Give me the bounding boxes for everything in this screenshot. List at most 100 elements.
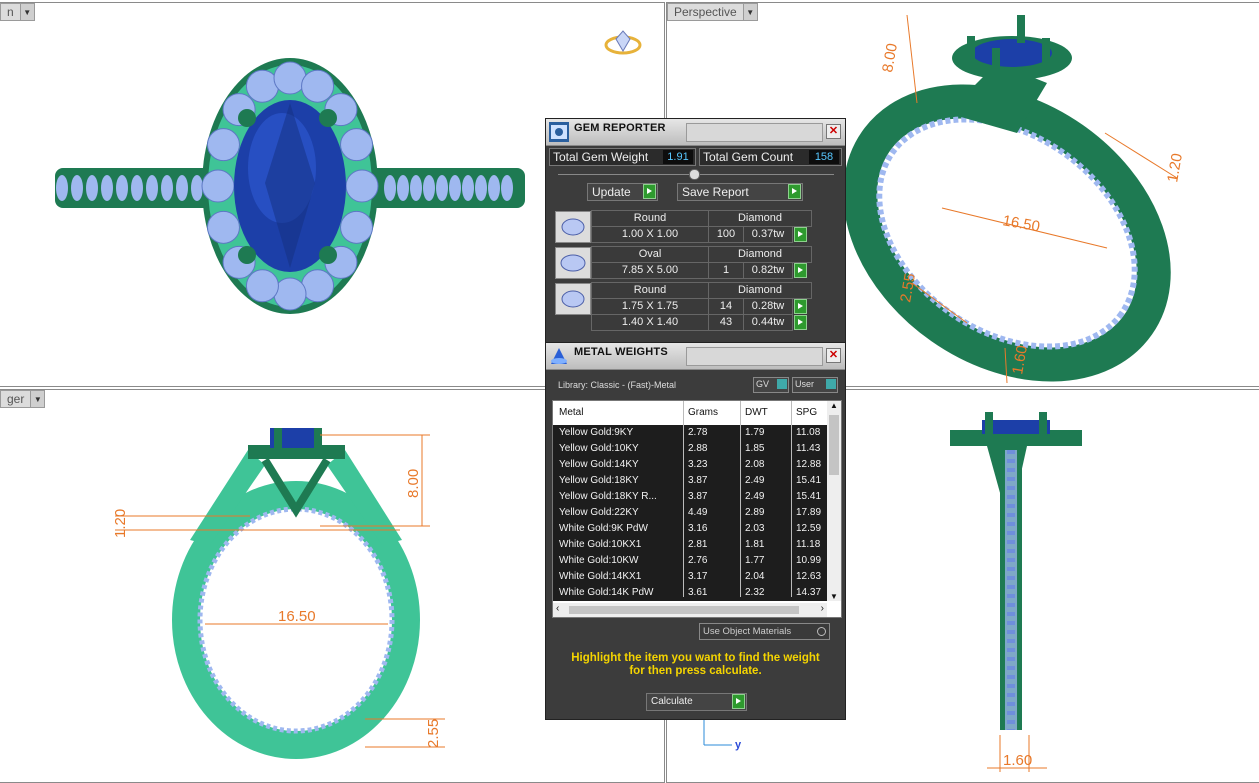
metal-weights-table[interactable]: Metal Grams DWT SPG Yellow Gold:9KY 2.78 1…	[552, 400, 842, 618]
total-gem-weight-field: Total Gem Weight 1.91	[549, 148, 696, 166]
gem-weight: 0.44tw	[743, 314, 793, 331]
table-row[interactable]: White Gold:9K PdW 3.16 2.03 12.59	[553, 521, 827, 537]
svg-text:16.50: 16.50	[1001, 212, 1041, 235]
gem-size: 1.40 X 1.40	[591, 314, 709, 331]
table-cell: 2.32	[745, 587, 765, 598]
table-cell: White Gold:14K PdW	[559, 587, 654, 598]
close-icon[interactable]: ✕	[826, 124, 841, 139]
table-row[interactable]: Yellow Gold:14KY 3.23 2.08 12.88	[553, 457, 827, 473]
gv-label: GV	[756, 379, 770, 389]
scroll-left-icon[interactable]: ‹	[556, 603, 559, 614]
viewport-menu[interactable]: ger ▼	[0, 390, 46, 408]
dropdown-arrow-icon[interactable]: ▼	[743, 3, 758, 21]
table-cell: White Gold:10KX1	[559, 539, 642, 550]
dropdown-arrow-icon[interactable]: ▼	[31, 390, 46, 408]
gem-count: 1	[708, 262, 744, 279]
calculate-button[interactable]: Calculate	[646, 693, 747, 711]
table-cell: 1.85	[745, 443, 765, 454]
column-header[interactable]: SPG	[796, 407, 817, 418]
column-header[interactable]: Metal	[559, 407, 583, 418]
table-row[interactable]: White Gold:14K PdW 3.61 2.32 14.37	[553, 585, 827, 601]
table-cell: 2.81	[688, 539, 708, 550]
gem-count: 14	[708, 298, 744, 315]
table-cell: 2.49	[745, 475, 765, 486]
select-gem-button[interactable]	[794, 315, 807, 330]
svg-text:16.50: 16.50	[278, 608, 316, 625]
table-cell: 2.88	[688, 443, 708, 454]
table-row[interactable]: White Gold:10KW 2.76 1.77 10.99	[553, 553, 827, 569]
close-icon[interactable]: ✕	[826, 348, 841, 363]
total-gem-weight-value: 1.91	[663, 150, 693, 164]
table-row[interactable]: Yellow Gold:18KY 3.87 2.49 15.41	[553, 473, 827, 489]
use-object-materials-toggle[interactable]: Use Object Materials	[699, 623, 830, 640]
table-row[interactable]: Yellow Gold:9KY 2.78 1.79 11.08	[553, 425, 827, 441]
horizontal-scrollbar[interactable]: ‹ ›	[553, 603, 827, 617]
title-grip[interactable]	[686, 347, 823, 366]
table-row[interactable]: White Gold:10KX1 2.81 1.81 11.18	[553, 537, 827, 553]
viewport-label: n	[0, 3, 21, 21]
table-cell: 1.77	[745, 555, 765, 566]
table-cell: 11.43	[796, 443, 821, 454]
table-cell: 15.41	[796, 475, 822, 486]
table-cell: 14.37	[796, 587, 822, 598]
gem-reporter-titlebar[interactable]: GEM REPORTER ✕	[546, 119, 845, 146]
scroll-down-icon[interactable]: ▼	[827, 592, 841, 601]
hint-text-line2: for then press calculate.	[629, 665, 762, 677]
scroll-up-icon[interactable]: ▲	[827, 401, 841, 413]
table-row[interactable]: Yellow Gold:22KY 4.49 2.89 17.89	[553, 505, 827, 521]
dropdown-arrow-icon[interactable]: ▼	[20, 3, 35, 21]
table-cell: 3.61	[688, 587, 708, 598]
gv-toggle[interactable]: GV	[753, 377, 789, 393]
table-cell: White Gold:9K PdW	[559, 523, 648, 534]
viewport-label: Perspective	[667, 3, 744, 21]
table-cell: 3.87	[688, 491, 708, 502]
svg-text:8.00: 8.00	[405, 469, 422, 498]
title-grip[interactable]	[686, 123, 823, 142]
splitter-knob-icon[interactable]	[689, 169, 700, 180]
user-toggle[interactable]: User	[792, 377, 838, 393]
total-gem-count-label: Total Gem Count	[703, 150, 794, 164]
metal-weights-titlebar[interactable]: METAL WEIGHTS ✕	[546, 343, 845, 370]
column-header[interactable]: Grams	[688, 407, 718, 418]
update-button[interactable]: Update	[587, 183, 658, 201]
table-row[interactable]: Yellow Gold:10KY 2.88 1.85 11.43	[553, 441, 827, 457]
scroll-right-icon[interactable]: ›	[821, 603, 824, 614]
gem-material: Diamond	[708, 282, 812, 299]
table-header: Metal Grams DWT SPG	[553, 401, 841, 425]
round-gem-thumbnail-icon[interactable]	[555, 283, 591, 315]
table-cell: 4.49	[688, 507, 708, 518]
table-cell: White Gold:14KX1	[559, 571, 642, 582]
svg-text:y: y	[735, 739, 742, 751]
gem-shape: Oval	[591, 246, 709, 263]
save-report-go-icon	[788, 184, 801, 199]
oval-gem-thumbnail-icon[interactable]	[555, 247, 591, 279]
scroll-hthumb[interactable]	[569, 606, 799, 614]
table-cell: 11.08	[796, 427, 821, 438]
table-cell: 1.79	[745, 427, 765, 438]
table-cell: 2.78	[688, 427, 708, 438]
vertical-scrollbar[interactable]: ▲ ▼	[827, 401, 841, 601]
round-gem-thumbnail-icon[interactable]	[555, 211, 591, 243]
viewport-menu[interactable]: Perspective ▼	[667, 3, 758, 21]
svg-text:2.55: 2.55	[425, 719, 442, 748]
table-cell: 12.88	[796, 459, 822, 470]
gem-shape: Round	[591, 282, 709, 299]
save-report-button[interactable]: Save Report	[677, 183, 803, 201]
select-gem-button[interactable]	[794, 227, 807, 242]
table-row[interactable]: Yellow Gold:18KY R... 3.87 2.49 15.41	[553, 489, 827, 505]
table-cell: 2.04	[745, 571, 765, 582]
table-row[interactable]: White Gold:14KX1 3.17 2.04 12.63	[553, 569, 827, 585]
scroll-thumb[interactable]	[829, 415, 839, 475]
gem-size: 1.75 X 1.75	[591, 298, 709, 315]
table-cell: Yellow Gold:10KY	[559, 443, 639, 454]
select-gem-button[interactable]	[794, 299, 807, 314]
gem-size: 1.00 X 1.00	[591, 226, 709, 243]
use-object-materials-label: Use Object Materials	[703, 626, 792, 637]
table-cell: White Gold:10KW	[559, 555, 639, 566]
user-label: User	[795, 379, 815, 389]
viewport-menu[interactable]: n ▼	[0, 3, 35, 21]
select-gem-button[interactable]	[794, 263, 807, 278]
metal-weights-panel: METAL WEIGHTS ✕ Library: Classic - (Fast…	[545, 342, 846, 720]
gem-count: 100	[708, 226, 744, 243]
column-header[interactable]: DWT	[745, 407, 768, 418]
